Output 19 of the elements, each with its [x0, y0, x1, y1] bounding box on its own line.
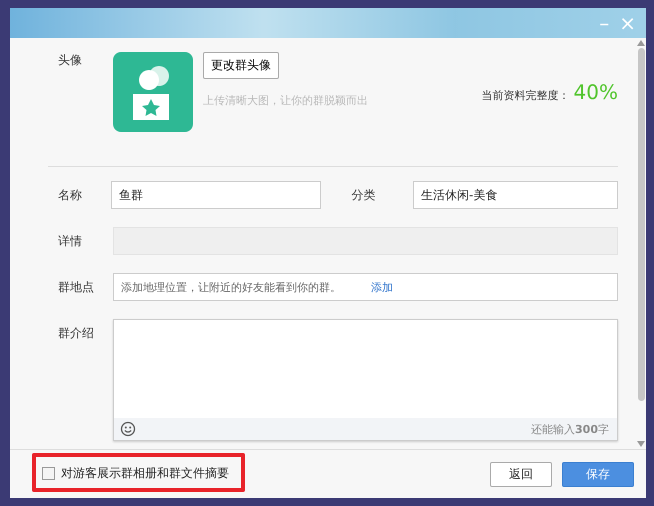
- completeness-label: 当前资料完整度：: [482, 88, 570, 103]
- intro-textarea[interactable]: 还能输入300字: [113, 319, 618, 441]
- field-label: 头像: [57, 52, 83, 69]
- field-label: 名称: [57, 186, 83, 204]
- character-counter: 还能输入300字: [531, 422, 609, 436]
- field-label: 群地点: [57, 278, 95, 296]
- save-button[interactable]: 保存: [562, 462, 634, 486]
- category-field[interactable]: 生活休闲-美食: [412, 181, 618, 209]
- name-field[interactable]: 鱼群: [110, 181, 321, 209]
- location-field[interactable]: 添加地理位置，让附近的好友能看到你的群。: [121, 280, 361, 294]
- field-label: 群介绍: [57, 325, 95, 342]
- completeness-value: 40%: [574, 80, 618, 104]
- field-label: 详情: [57, 232, 83, 250]
- avatar-hint: 上传清晰大图，让你的群脱颖而出: [203, 93, 368, 108]
- checkbox-label: 对游客展示群相册和群文件摘要: [61, 465, 229, 482]
- field-label: 分类: [350, 186, 377, 204]
- add-link[interactable]: 添加: [371, 280, 393, 294]
- change-avatar-button[interactable]: 更改群头像: [203, 52, 279, 79]
- back-button[interactable]: 返回: [490, 462, 552, 486]
